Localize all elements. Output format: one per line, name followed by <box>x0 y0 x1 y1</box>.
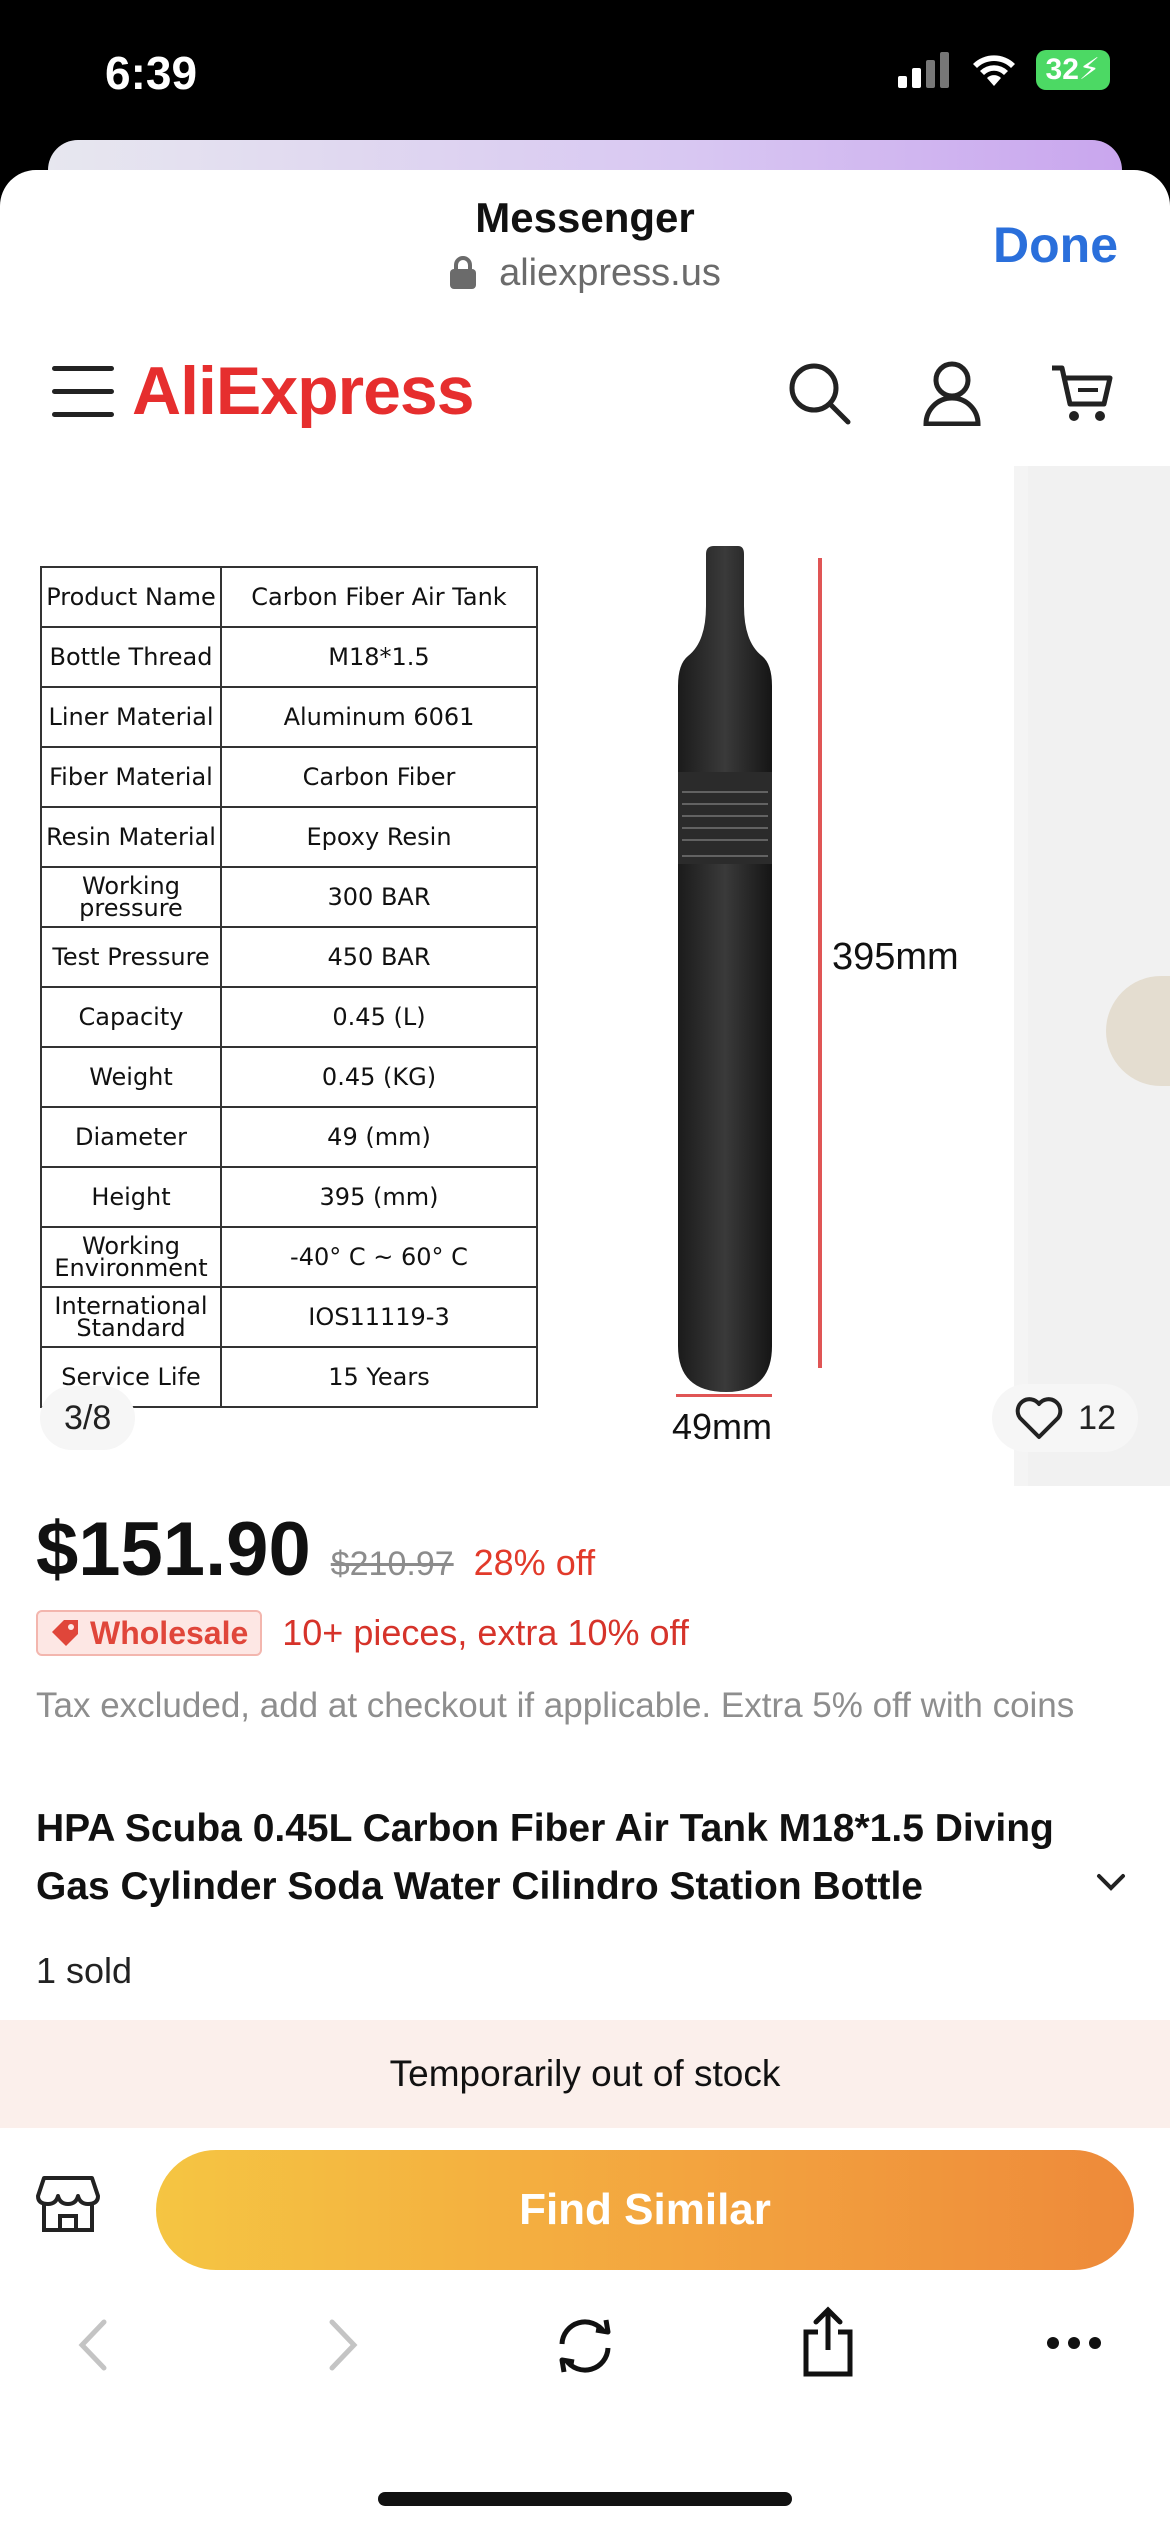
spec-value: Carbon Fiber Air Tank <box>220 566 538 628</box>
height-dimension-label: 395mm <box>832 936 959 978</box>
spec-value: IOS11119-3 <box>220 1286 538 1348</box>
spec-value: 15 Years <box>220 1346 538 1408</box>
wholesale-promo: Wholesale 10+ pieces, extra 10% off <box>36 1610 689 1656</box>
spec-row: Weight 0.45 (KG) <box>40 1046 538 1108</box>
spec-row: Capacity 0.45 (L) <box>40 986 538 1048</box>
site-nav: AliExpress <box>0 330 1170 460</box>
spec-row: Fiber Material Carbon Fiber <box>40 746 538 808</box>
wishlist-button[interactable]: 12 <box>992 1384 1138 1452</box>
home-indicator <box>378 2492 792 2506</box>
price-row: $151.90 $210.97 28% off <box>36 1506 595 1593</box>
slide-divider <box>1014 466 1028 1486</box>
wholesale-text: 10+ pieces, extra 10% off <box>282 1612 689 1653</box>
url-text: aliexpress.us <box>499 252 721 294</box>
original-price: $210.97 <box>330 1545 454 1583</box>
signal-icon <box>897 52 949 88</box>
reload-icon[interactable] <box>552 2314 618 2378</box>
spec-value: 300 BAR <box>220 866 538 928</box>
menu-icon[interactable] <box>52 366 114 422</box>
spec-row: Test Pressure 450 BAR <box>40 926 538 988</box>
spec-row: International Standard IOS11119-3 <box>40 1286 538 1348</box>
spec-row: Resin Material Epoxy Resin <box>40 806 538 868</box>
status-bar: 6:39 32⚡ <box>0 0 1170 150</box>
spec-key: Weight <box>40 1046 222 1108</box>
air-tank-image <box>678 546 772 1392</box>
spec-row: Liner Material Aluminum 6061 <box>40 686 538 748</box>
spec-key: Bottle Thread <box>40 626 222 688</box>
current-price: $151.90 <box>36 1507 311 1592</box>
find-similar-button[interactable]: Find Similar <box>156 2150 1134 2270</box>
spec-key: Diameter <box>40 1106 222 1168</box>
in-app-browser-sheet: Messenger aliexpress.us Done AliExpress <box>0 170 1170 2532</box>
spec-value: 395 (mm) <box>220 1166 538 1228</box>
product-title: HPA Scuba 0.45L Carbon Fiber Air Tank M1… <box>36 1807 1054 1908</box>
spec-row: Working pressure 300 BAR <box>40 866 538 928</box>
spec-value: 49 (mm) <box>220 1106 538 1168</box>
height-dimension-line <box>818 558 822 1368</box>
spec-row: Working Environment -40° C ~ 60° C <box>40 1226 538 1288</box>
spec-key: International Standard <box>40 1286 222 1348</box>
tag-icon <box>52 1620 78 1646</box>
likes-count: 12 <box>1078 1398 1116 1437</box>
done-button[interactable]: Done <box>993 216 1118 274</box>
wholesale-badge: Wholesale <box>36 1610 263 1656</box>
spec-key: Working pressure <box>40 866 222 928</box>
spec-key: Resin Material <box>40 806 222 868</box>
image-counter: 3/8 <box>40 1386 136 1450</box>
status-time: 6:39 <box>105 47 198 99</box>
spec-value: 0.45 (KG) <box>220 1046 538 1108</box>
stock-status-banner: Temporarily out of stock <box>0 2020 1170 2128</box>
account-icon[interactable] <box>922 360 982 426</box>
sold-count: 1 sold <box>36 1950 133 1991</box>
battery-indicator: 32⚡ <box>1035 50 1110 90</box>
wifi-icon <box>972 55 1015 86</box>
spec-value: Epoxy Resin <box>220 806 538 868</box>
spec-value: Aluminum 6061 <box>220 686 538 748</box>
spec-value: -40° C ~ 60° C <box>220 1226 538 1288</box>
spec-key: Height <box>40 1166 222 1228</box>
share-icon[interactable] <box>800 2306 856 2378</box>
spec-table: Product Name Carbon Fiber Air Tank Bottle … <box>40 566 538 1408</box>
product-image-gallery[interactable]: Product Name Carbon Fiber Air Tank Bottle … <box>0 466 1170 1486</box>
status-icons: 32⚡ <box>897 50 1110 90</box>
discount-label: 28% off <box>473 1542 596 1583</box>
spec-key: Capacity <box>40 986 222 1048</box>
spec-value: 0.45 (L) <box>220 986 538 1048</box>
browser-header: Messenger aliexpress.us Done <box>0 170 1170 330</box>
spec-row: Product Name Carbon Fiber Air Tank <box>40 566 538 628</box>
back-icon[interactable] <box>74 2318 114 2372</box>
spec-row: Diameter 49 (mm) <box>40 1106 538 1168</box>
chevron-down-icon[interactable] <box>1096 1872 1126 1892</box>
aliexpress-logo[interactable]: AliExpress <box>132 352 475 430</box>
spec-key: Liner Material <box>40 686 222 748</box>
spec-value: M18*1.5 <box>220 626 538 688</box>
more-icon[interactable] <box>1046 2336 1102 2350</box>
spec-key: Test Pressure <box>40 926 222 988</box>
spec-key: Product Name <box>40 566 222 628</box>
gallery-slide[interactable]: Product Name Carbon Fiber Air Tank Bottle … <box>0 466 1014 1486</box>
diameter-dimension-label: 49mm <box>672 1406 773 1447</box>
spec-row: Bottle Thread M18*1.5 <box>40 626 538 688</box>
forward-icon[interactable] <box>322 2318 362 2372</box>
store-icon[interactable] <box>36 2174 100 2234</box>
action-bar: Find Similar <box>0 2128 1170 2278</box>
spec-key: Working Environment <box>40 1226 222 1288</box>
tax-note: Tax excluded, add at checkout if applica… <box>36 1686 1075 1725</box>
lock-icon <box>450 256 477 289</box>
spec-value: Carbon Fiber <box>220 746 538 808</box>
diameter-dimension-line <box>676 1394 772 1397</box>
cart-icon[interactable] <box>1048 360 1114 426</box>
heart-icon <box>1015 1397 1063 1439</box>
search-icon[interactable] <box>786 360 852 426</box>
spec-value: 450 BAR <box>220 926 538 988</box>
spec-row: Height 395 (mm) <box>40 1166 538 1228</box>
next-slide-preview[interactable] <box>1028 466 1170 1486</box>
spec-key: Fiber Material <box>40 746 222 808</box>
